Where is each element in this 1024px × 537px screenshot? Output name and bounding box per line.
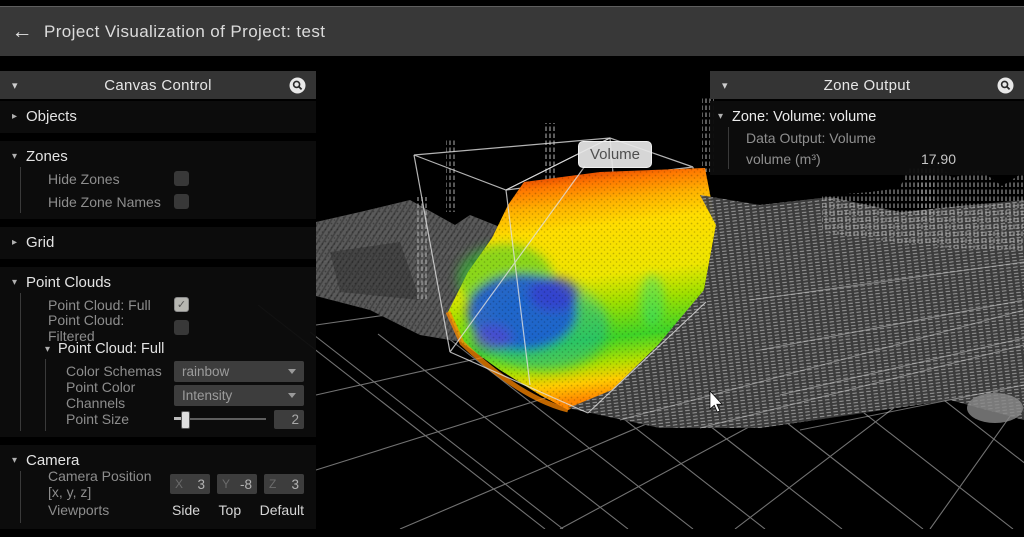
row-label: Color Schemas [66, 363, 162, 379]
color-schemas-dropdown[interactable]: rainbow [174, 361, 304, 382]
dropdown-value: Intensity [182, 388, 232, 403]
hide-zone-names-checkbox[interactable]: ✓ [174, 194, 189, 209]
chevron-down-icon[interactable]: ▾ [12, 151, 26, 162]
chevron-right-icon[interactable]: ▸ [12, 237, 26, 248]
viewport-default-button[interactable]: Default [260, 502, 304, 518]
point-size-slider[interactable] [174, 418, 266, 420]
point-size-slider-handle[interactable] [181, 411, 190, 429]
point-size-value: 2 [274, 410, 304, 429]
row-hide-zones: Hide Zones ✓ [21, 167, 310, 190]
section-label: Point Clouds [26, 274, 111, 291]
caret-down-icon [288, 393, 296, 398]
row-hide-zone-names: Hide Zone Names ✓ [21, 190, 310, 213]
canvas-control-header[interactable]: ▾ Canvas Control [0, 71, 316, 99]
zone-data-output: Data Output: Volume [729, 127, 1018, 148]
canvas-control-panel: ▾ Canvas Control ▸ Objects ▾ Zones Hide … [0, 71, 316, 537]
point-color-channels-dropdown[interactable]: Intensity [174, 385, 304, 406]
chevron-right-icon[interactable]: ▸ [12, 111, 26, 122]
axis-value: 3 [197, 477, 205, 492]
zone-volume-metric: volume (m³) 17.90 [729, 148, 1018, 169]
collapse-panel-icon[interactable]: ▾ [722, 79, 728, 92]
row-label: Hide Zone Names [48, 194, 161, 210]
axis-label: X [175, 477, 183, 491]
zone-output-panel: ▾ Zone Output ▾ Zone: Volume: volume Dat… [710, 71, 1024, 183]
panel-zoom-icon[interactable] [289, 77, 306, 94]
chevron-down-icon[interactable]: ▾ [718, 111, 732, 122]
point-cloud-full-checkbox[interactable]: ✓ [174, 297, 189, 312]
zone-label-volume: Volume [578, 141, 652, 168]
viewport-top-button[interactable]: Top [219, 502, 242, 518]
section-zones[interactable]: ▾ Zones [0, 146, 310, 167]
panel-title: Zone Output [710, 77, 1024, 94]
topbar: ← Project Visualization of Project: test [0, 0, 1024, 55]
zone-output-header[interactable]: ▾ Zone Output [710, 71, 1024, 99]
section-label: Zones [26, 148, 68, 165]
row-point-color-channels: Point Color Channels Intensity [46, 383, 310, 407]
section-label: Objects [26, 108, 77, 125]
section-grid[interactable]: ▸ Grid [0, 232, 310, 253]
section-label: Grid [26, 234, 54, 251]
check-icon: ✓ [177, 298, 186, 311]
subsection-label: Point Cloud: Full [58, 341, 164, 357]
row-label: Viewports [48, 502, 109, 518]
camera-x-input[interactable]: X 3 [170, 474, 210, 494]
row-label: Camera Position [x, y, z] [48, 468, 170, 500]
caret-down-icon [288, 369, 296, 374]
row-label: Point Color Channels [66, 379, 174, 411]
back-button[interactable]: ← [0, 20, 44, 44]
page-title: Project Visualization of Project: test [44, 22, 325, 42]
panel-zoom-icon[interactable] [997, 77, 1014, 94]
metric-value: 17.90 [921, 151, 956, 167]
dropdown-value: rainbow [182, 364, 229, 379]
chevron-down-icon[interactable]: ▾ [45, 344, 58, 355]
row-point-cloud-filtered: Point Cloud: Filtered ✓ [21, 316, 310, 339]
metric-label: volume (m³) [746, 151, 821, 167]
section-point-clouds[interactable]: ▾ Point Clouds [0, 272, 310, 293]
axis-label: Z [269, 477, 276, 491]
section-objects[interactable]: ▸ Objects [0, 106, 310, 127]
zone-volume-header[interactable]: ▾ Zone: Volume: volume [710, 106, 1018, 127]
panel-title: Canvas Control [0, 77, 316, 94]
axis-value: 3 [291, 477, 299, 492]
axis-value: -8 [240, 477, 252, 492]
viewport-side-button[interactable]: Side [172, 502, 200, 518]
row-label: Point Cloud: Full [48, 297, 151, 313]
hide-zones-checkbox[interactable]: ✓ [174, 171, 189, 186]
point-cloud-filtered-checkbox[interactable]: ✓ [174, 320, 189, 335]
row-label: Point Size [66, 411, 129, 427]
chevron-down-icon[interactable]: ▾ [12, 455, 26, 466]
section-label: Camera [26, 452, 79, 469]
collapse-panel-icon[interactable]: ▾ [12, 79, 18, 92]
zone-header-label: Zone: Volume: volume [732, 109, 876, 125]
row-point-size: Point Size 2 [46, 407, 310, 431]
row-label: Point Cloud: Filtered [48, 312, 174, 344]
camera-z-input[interactable]: Z 3 [264, 474, 304, 494]
row-camera-position: Camera Position [x, y, z] X 3 Y -8 Z 3 [21, 471, 310, 497]
row-viewports: Viewports Side Top Default [21, 497, 310, 523]
row-label: Data Output: Volume [746, 130, 876, 146]
axis-label: Y [222, 477, 230, 491]
chevron-down-icon[interactable]: ▾ [12, 277, 26, 288]
row-label: Hide Zones [48, 171, 120, 187]
camera-y-input[interactable]: Y -8 [217, 474, 257, 494]
